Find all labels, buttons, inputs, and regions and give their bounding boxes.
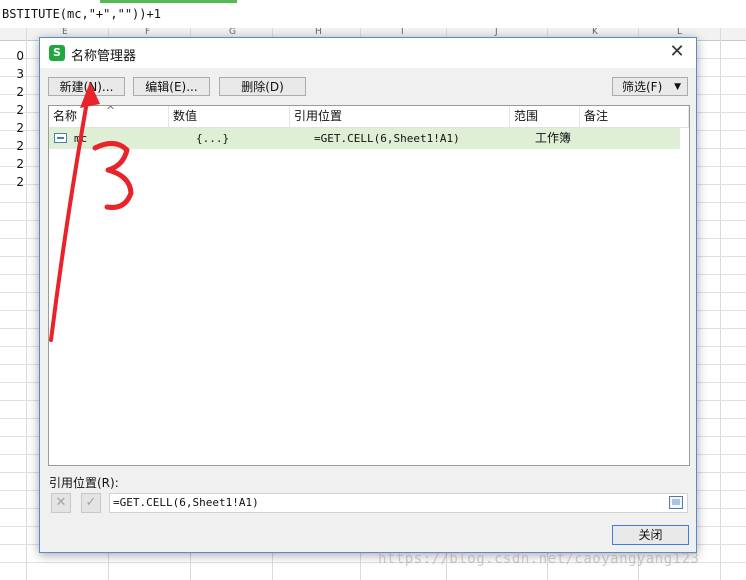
ref-confirm-button[interactable]: ✓	[81, 493, 101, 513]
cell-value[interactable]: 3	[0, 67, 24, 81]
grid-line	[26, 28, 27, 580]
ref-label: 引用位置(R):	[49, 476, 119, 490]
close-icon[interactable]: ✕	[666, 41, 688, 63]
cell-value[interactable]: 2	[0, 175, 24, 189]
close-button[interactable]: 关闭	[612, 525, 689, 545]
column-header-label: 名称	[53, 109, 78, 123]
row-scope: 工作簿	[535, 131, 572, 145]
filter-label: 筛选(F)	[622, 80, 663, 94]
list-header: 名称 ^ 数值 引用位置 范围 备注	[49, 104, 689, 128]
name-manager-dialog: S 名称管理器 ✕ 新建(N)... 编辑(E)... 删除(D) 筛选(F) …	[39, 37, 697, 553]
cell-value[interactable]: 2	[0, 121, 24, 135]
column-letter[interactable]: H	[315, 28, 322, 37]
ref-cancel-button[interactable]: ✕	[51, 493, 71, 513]
ref-input-value: =GET.CELL(6,Sheet1!A1)	[113, 496, 259, 509]
cell-value[interactable]: 0	[0, 49, 24, 63]
column-header-note[interactable]: 备注	[580, 106, 689, 127]
cell-value[interactable]: 2	[0, 157, 24, 171]
dialog-titlebar[interactable]: S 名称管理器 ✕	[40, 38, 696, 68]
dialog-title: 名称管理器	[71, 49, 137, 64]
delete-button[interactable]: 删除(D)	[219, 77, 306, 96]
column-header-name[interactable]: 名称 ^	[49, 104, 169, 127]
column-letter[interactable]: J	[495, 28, 498, 37]
column-header-ref[interactable]: 引用位置	[290, 106, 510, 127]
column-letter[interactable]: I	[401, 28, 404, 37]
cell-value[interactable]: 2	[0, 139, 24, 153]
column-letter[interactable]: G	[229, 28, 236, 37]
sort-caret-icon: ^	[106, 104, 116, 117]
cell-value[interactable]: 2	[0, 85, 24, 99]
row-value: {...}	[196, 132, 230, 145]
active-tab-indicator	[100, 0, 237, 3]
wps-app-icon: S	[49, 45, 65, 61]
column-letter[interactable]: L	[677, 28, 682, 37]
grid-line	[720, 28, 721, 580]
watermark: https://blog.csdn.net/caoyangyang123	[378, 551, 700, 567]
list-item[interactable]: mc {...} =GET.CELL(6,Sheet1!A1) 工作簿	[49, 128, 680, 149]
row-name: mc	[74, 132, 88, 145]
column-header-scope[interactable]: 范围	[510, 106, 580, 127]
new-button[interactable]: 新建(N)...	[48, 77, 125, 96]
row-ref: =GET.CELL(6,Sheet1!A1)	[314, 132, 460, 145]
filter-button[interactable]: 筛选(F) ▼	[612, 77, 688, 96]
defined-name-icon	[54, 133, 67, 143]
names-list[interactable]: 名称 ^ 数值 引用位置 范围 备注 mc {...} =GET.CELL(6,…	[48, 104, 690, 466]
formula-text[interactable]: BSTITUTE(mc,"+",""))+1	[2, 7, 161, 21]
dropdown-arrow-icon: ▼	[674, 82, 681, 92]
formula-bar[interactable]: BSTITUTE(mc,"+",""))+1	[0, 0, 746, 29]
range-picker-icon[interactable]	[669, 496, 683, 509]
column-letter[interactable]: K	[592, 28, 598, 37]
edit-button[interactable]: 编辑(E)...	[133, 77, 210, 96]
column-letter[interactable]: E	[62, 28, 68, 37]
cell-value[interactable]: 2	[0, 103, 24, 117]
column-letter[interactable]: F	[145, 28, 150, 37]
column-header-value[interactable]: 数值	[169, 106, 290, 127]
ref-input[interactable]: =GET.CELL(6,Sheet1!A1)	[109, 493, 688, 513]
